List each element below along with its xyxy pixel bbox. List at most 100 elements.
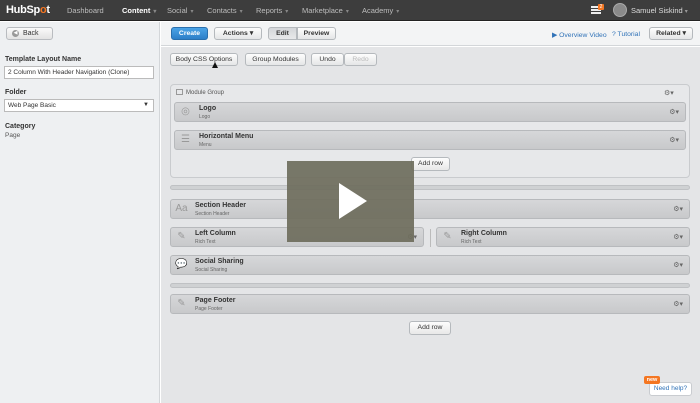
module-page-footer[interactable]: ✎ Page Footer Page Footer ⚙▾ [170, 294, 690, 314]
chevron-down-icon: ▾ [684, 9, 688, 15]
module-title: Social Sharing [195, 258, 244, 265]
gear-icon[interactable]: ⚙▾ [673, 233, 683, 241]
undo-button[interactable]: Undo [311, 53, 344, 66]
nav-dashboard[interactable]: Dashboard [67, 6, 104, 15]
notifications-icon[interactable]: 2 [591, 4, 604, 15]
nav-academy[interactable]: Academy ▾ [362, 6, 399, 15]
avatar[interactable] [613, 3, 627, 17]
add-row-button[interactable]: Add row [409, 321, 451, 335]
play-icon [339, 183, 367, 219]
related-label: Related [656, 30, 681, 37]
module-title: Page Footer [195, 297, 236, 304]
group-modules-button[interactable]: Group Modules [245, 53, 306, 66]
text-icon: Aa [175, 203, 188, 214]
redo-button[interactable]: Redo [344, 53, 377, 66]
folder-select[interactable]: Web Page Basic ▼ [4, 99, 154, 112]
nav-label: Content [122, 6, 151, 15]
tab-edit[interactable]: Edit [268, 27, 297, 40]
module-title: Horizontal Menu [199, 133, 254, 140]
add-row-button[interactable]: Add row [411, 157, 450, 171]
gear-icon[interactable]: ⚙▾ [673, 205, 683, 213]
module-group-text: Module Group [186, 90, 225, 96]
help-circle-icon: ? [612, 31, 616, 38]
template-name-value: 2 Column With Header Navigation (Clone) [8, 69, 130, 76]
tutorial-link[interactable]: ? Tutorial [612, 31, 640, 38]
sidebar [0, 22, 160, 403]
tutorial-label: Tutorial [617, 31, 640, 38]
menu-icon: ☰ [181, 134, 190, 145]
nav-social[interactable]: Social ▾ [167, 6, 193, 15]
play-icon: ▶ [552, 32, 558, 39]
body-css-options-button[interactable]: Body CSS Options [170, 53, 238, 66]
globe-icon: ◎ [181, 106, 190, 117]
column-divider[interactable] [430, 229, 431, 247]
module-type: Menu [199, 142, 212, 148]
nav-label: Reports [256, 6, 283, 15]
video-play-overlay[interactable] [287, 161, 414, 242]
top-navigation: HubSpot Dashboard Content ▾ Social ▾ Conta… [0, 0, 700, 21]
edit-icon: ✎ [443, 231, 452, 242]
back-button[interactable]: ◀ Back [6, 27, 53, 40]
menu-bar [591, 12, 601, 14]
module-section-header[interactable]: Aa Section Header Section Header ⚙▾ [170, 199, 690, 219]
chevron-down-icon: ▾ [190, 9, 194, 15]
gear-icon[interactable]: ⚙▾ [669, 136, 679, 144]
template-name-input[interactable]: 2 Column With Header Navigation (Clone) [4, 66, 154, 79]
folder-value: Web Page Basic [8, 102, 56, 109]
nav-label: Contacts [207, 6, 237, 15]
new-badge: new [644, 376, 660, 384]
user-name[interactable]: Samuel Siskind ▾ [631, 6, 688, 15]
module-horizontal-menu[interactable]: ☰ Horizontal Menu Menu ⚙▾ [174, 130, 686, 150]
module-type: Social Sharing [195, 267, 228, 273]
need-help-button[interactable]: Need help? [649, 382, 692, 396]
back-arrow-icon: ◀ [12, 30, 19, 37]
nav-label: Dashboard [67, 6, 104, 15]
overview-video-label: Overview Video [559, 32, 607, 39]
category-label: Category [5, 123, 36, 130]
actions-button[interactable]: Actions ▾ [214, 27, 262, 40]
module-type: Page Footer [195, 306, 223, 312]
chevron-down-icon: ▾ [396, 9, 400, 15]
module-logo[interactable]: ◎ Logo Logo ⚙▾ [174, 102, 686, 122]
gear-icon[interactable]: ⚙▾ [669, 108, 679, 116]
module-title: Section Header [195, 202, 246, 209]
nav-marketplace[interactable]: Marketplace ▾ [302, 6, 349, 15]
module-type: Logo [199, 114, 211, 120]
folder-label: Folder [5, 89, 27, 96]
chevron-down-icon: ▾ [285, 9, 289, 15]
actions-label: Actions [222, 30, 248, 37]
nav-label: Marketplace [302, 6, 343, 15]
module-right-column[interactable]: ✎ Right Column Rich Text ⚙▾ [436, 227, 690, 247]
nav-content[interactable]: Content ▾ [122, 6, 156, 15]
nav-reports[interactable]: Reports ▾ [256, 6, 288, 15]
row-divider [170, 283, 690, 288]
hubspot-logo[interactable]: HubSpot [6, 4, 50, 16]
chevron-down-icon: ▾ [249, 30, 254, 37]
module-title: Logo [199, 105, 217, 112]
nav-contacts[interactable]: Contacts ▾ [207, 6, 243, 15]
nav-label: Academy [362, 6, 394, 15]
back-label: Back [23, 30, 39, 37]
logo-text-part: t [46, 4, 50, 16]
chevron-down-icon: ▾ [239, 9, 243, 15]
category-value: Page [5, 132, 21, 139]
edit-icon: ✎ [177, 231, 186, 242]
related-button[interactable]: Related ▾ [649, 27, 693, 40]
gear-icon[interactable]: ⚙▾ [673, 300, 683, 308]
module-social-sharing[interactable]: 💬 Social Sharing Social Sharing ⚙▾ [170, 255, 690, 275]
chevron-down-icon: ▾ [682, 30, 686, 37]
gear-icon[interactable]: ⚙▾ [673, 261, 683, 269]
module-type: Rich Text [461, 239, 482, 245]
gear-icon[interactable]: ⚙▾ [664, 89, 674, 97]
module-title: Left Column [195, 230, 236, 237]
module-group-label: Module Group [176, 89, 224, 96]
tab-preview[interactable]: Preview [297, 27, 336, 40]
mouse-cursor-icon [212, 62, 218, 68]
overview-video-link[interactable]: ▶ Overview Video [552, 31, 607, 39]
module-type: Section Header [195, 211, 230, 217]
create-button[interactable]: Create [171, 27, 208, 40]
module-type: Rich Text [195, 239, 216, 245]
edit-icon: ✎ [177, 298, 186, 309]
row-divider [170, 185, 690, 190]
nav-label: Social [167, 6, 188, 15]
